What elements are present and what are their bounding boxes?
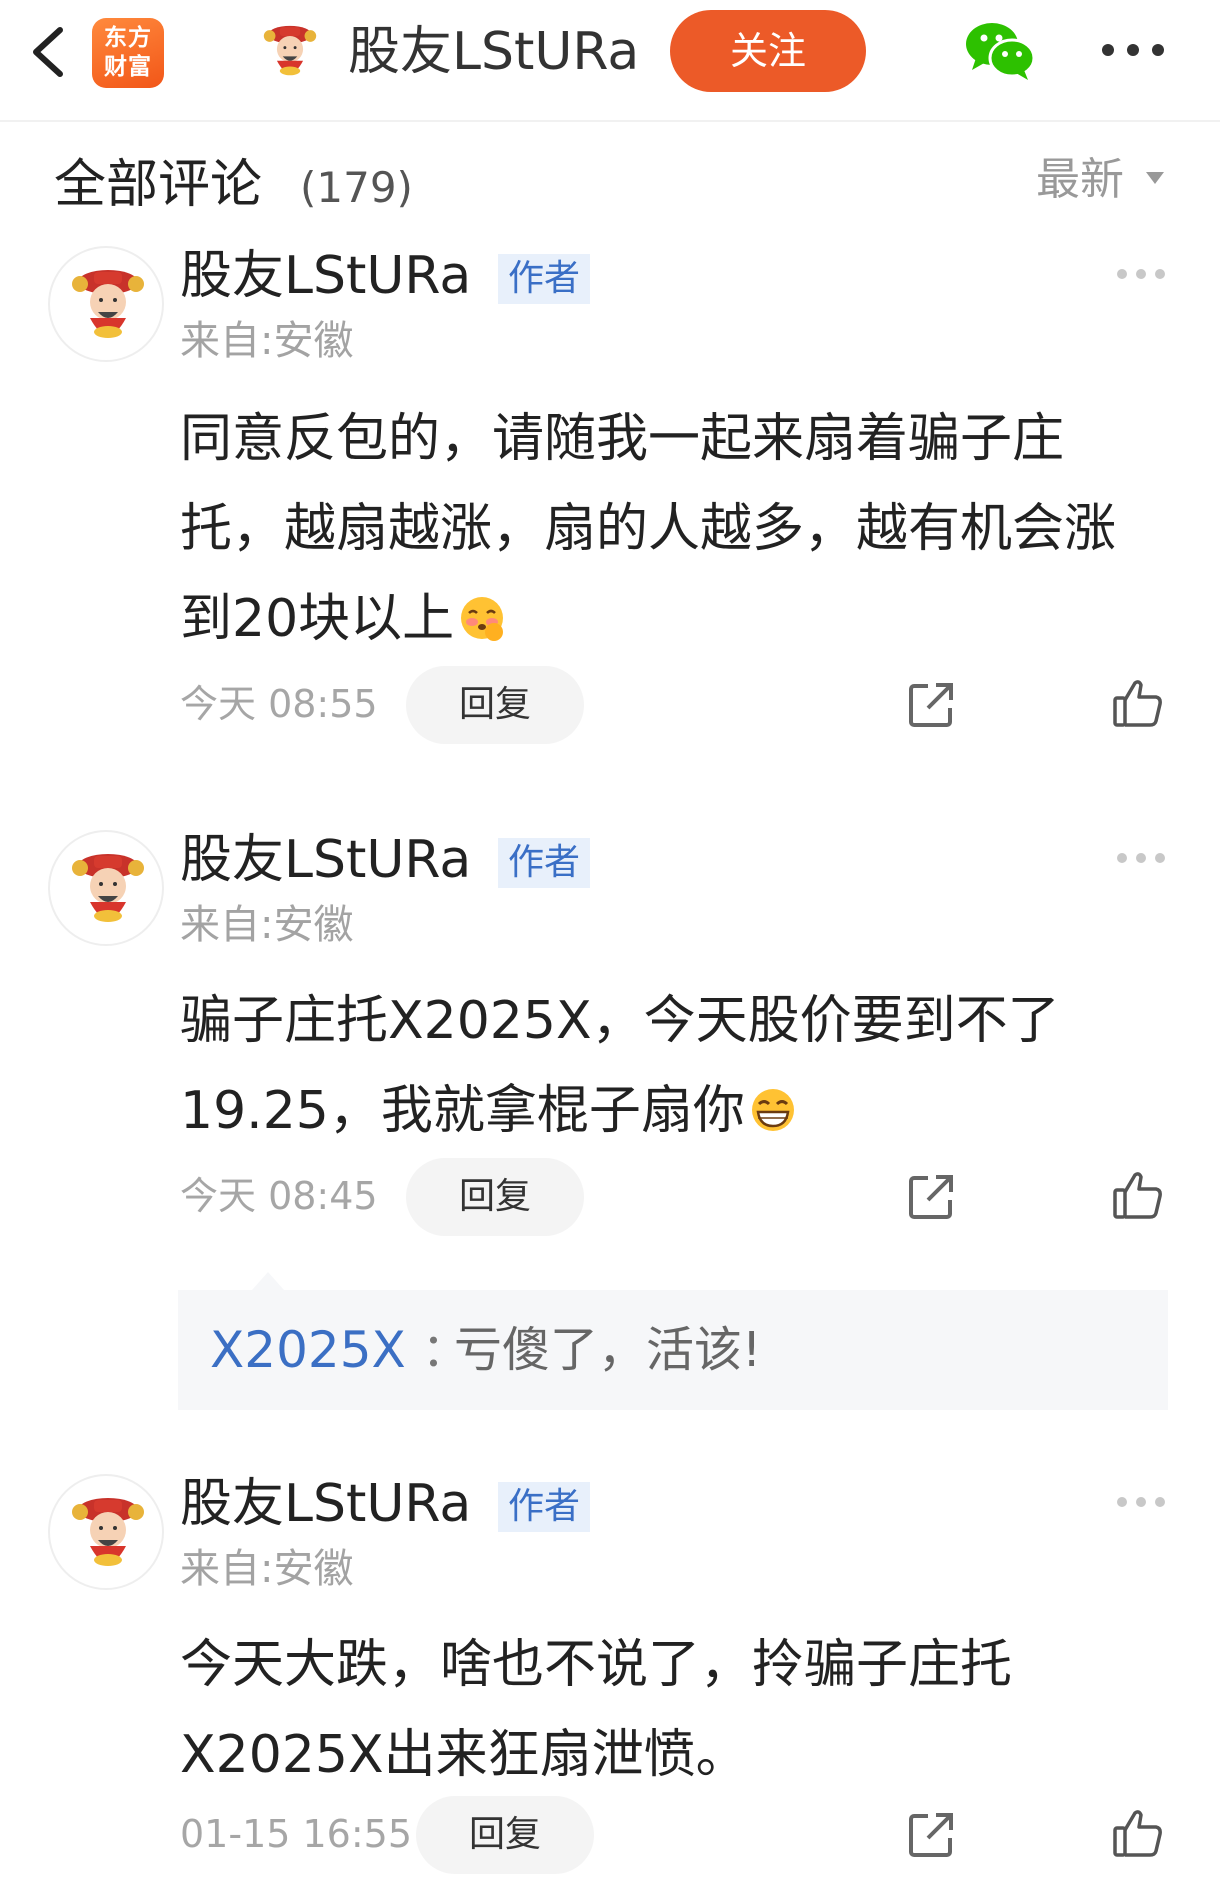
reply-button[interactable]: 回复 <box>406 666 584 744</box>
thumbs-up-icon[interactable] <box>1112 1170 1164 1220</box>
comment-author[interactable]: 股友LStURa <box>180 242 471 310</box>
comment-author[interactable]: 股友LStURa <box>180 1470 471 1538</box>
more-dots-icon[interactable] <box>1116 268 1166 280</box>
header-username[interactable]: 股友LStURa <box>348 20 639 84</box>
comments-count: (179) <box>300 163 413 212</box>
wechat-share-button[interactable] <box>964 20 1036 82</box>
comment-text: 骗子庄托X2025X，今天股价要到不了 19.25，我就拿棍子扇你 <box>180 976 1180 1156</box>
reply-button[interactable]: 回复 <box>416 1796 594 1874</box>
app-logo[interactable]: 东方财富 <box>92 18 164 88</box>
comment-location: 来自:安徽 <box>180 318 354 364</box>
comment-line: 19.25，我就拿棍子扇你 <box>180 1066 1180 1156</box>
sub-reply-user[interactable]: X2025X <box>210 1318 406 1382</box>
sub-reply-text: 亏傻了，活该! <box>454 1322 762 1378</box>
god-of-wealth-avatar-icon <box>72 854 144 922</box>
avatar[interactable] <box>48 830 164 946</box>
top-bar: 东方财富 股友LStURa 关注 <box>0 0 1220 122</box>
more-dots-icon <box>1102 44 1164 56</box>
author-badge: 作者 <box>498 838 590 888</box>
back-button[interactable] <box>22 22 76 82</box>
avatar[interactable] <box>48 246 164 362</box>
comments-title: 全部评论 <box>54 155 263 215</box>
share-icon[interactable] <box>906 1172 956 1222</box>
author-badge: 作者 <box>498 254 590 304</box>
reply-pointer <box>252 1272 284 1290</box>
comment-time: 今天 08:45 <box>180 1174 378 1218</box>
god-of-wealth-avatar-icon <box>72 270 144 338</box>
app-logo-text: 东方财富 <box>104 24 152 80</box>
avatar[interactable] <box>48 1474 164 1590</box>
more-dots-icon[interactable] <box>1116 852 1166 864</box>
header-avatar[interactable] <box>258 20 322 84</box>
grinning-emoji-icon <box>751 1089 794 1131</box>
comment-item: 股友LStURa 作者 来自:安徽 今天大跌，啥也不说了，拎骗子庄托 X2025… <box>0 1470 1220 1883</box>
comment-time: 01-15 16:55 <box>180 1812 413 1856</box>
thumbs-up-icon[interactable] <box>1112 678 1164 728</box>
blushing-emoji-icon <box>461 597 504 641</box>
more-menu-button[interactable] <box>1100 42 1166 58</box>
author-badge: 作者 <box>498 1482 590 1532</box>
caret-down-icon[interactable] <box>1144 170 1166 186</box>
comment-text: 同意反包的，请随我一起来扇着骗子庄 托，越扇越涨，扇的人越多，越有机会涨 到20… <box>180 394 1180 664</box>
comment-item: 股友LStURa 作者 来自:安徽 同意反包的，请随我一起来扇着骗子庄 托，越扇… <box>0 242 1220 762</box>
comment-author[interactable]: 股友LStURa <box>180 826 471 894</box>
follow-button[interactable]: 关注 <box>670 10 866 92</box>
reply-button[interactable]: 回复 <box>406 1158 584 1236</box>
wechat-icon <box>966 23 1036 80</box>
share-icon[interactable] <box>906 1810 956 1860</box>
sub-reply[interactable]: X2025X ： 亏傻了，活该! <box>178 1290 1168 1410</box>
comment-location: 来自:安徽 <box>180 1546 354 1592</box>
comment-time: 今天 08:55 <box>180 682 378 726</box>
comment-line: 同意反包的，请随我一起来扇着骗子庄 <box>180 409 1065 469</box>
comment-item: 股友LStURa 作者 来自:安徽 骗子庄托X2025X，今天股价要到不了 19… <box>0 826 1220 1410</box>
god-of-wealth-avatar-icon <box>72 1498 144 1566</box>
more-dots-icon[interactable] <box>1116 1496 1166 1508</box>
share-icon[interactable] <box>906 680 956 730</box>
god-of-wealth-avatar-icon <box>263 25 317 76</box>
comment-line: 骗子庄托X2025X，今天股价要到不了 <box>180 991 1060 1051</box>
comment-line: X2025X出来狂扇泄愤。 <box>180 1725 748 1785</box>
comment-line: 托，越扇越涨，扇的人越多，越有机会涨 <box>180 499 1117 559</box>
sort-dropdown[interactable]: 最新 <box>1036 150 1124 210</box>
comment-text: 今天大跌，啥也不说了，拎骗子庄托 X2025X出来狂扇泄愤。 <box>180 1620 1180 1800</box>
comment-line: 到20块以上 <box>180 574 1180 664</box>
comment-line: 今天大跌，啥也不说了，拎骗子庄托 <box>180 1635 1013 1695</box>
chevron-left-icon <box>33 27 63 77</box>
thumbs-up-icon[interactable] <box>1112 1808 1164 1858</box>
comment-location: 来自:安徽 <box>180 902 354 948</box>
